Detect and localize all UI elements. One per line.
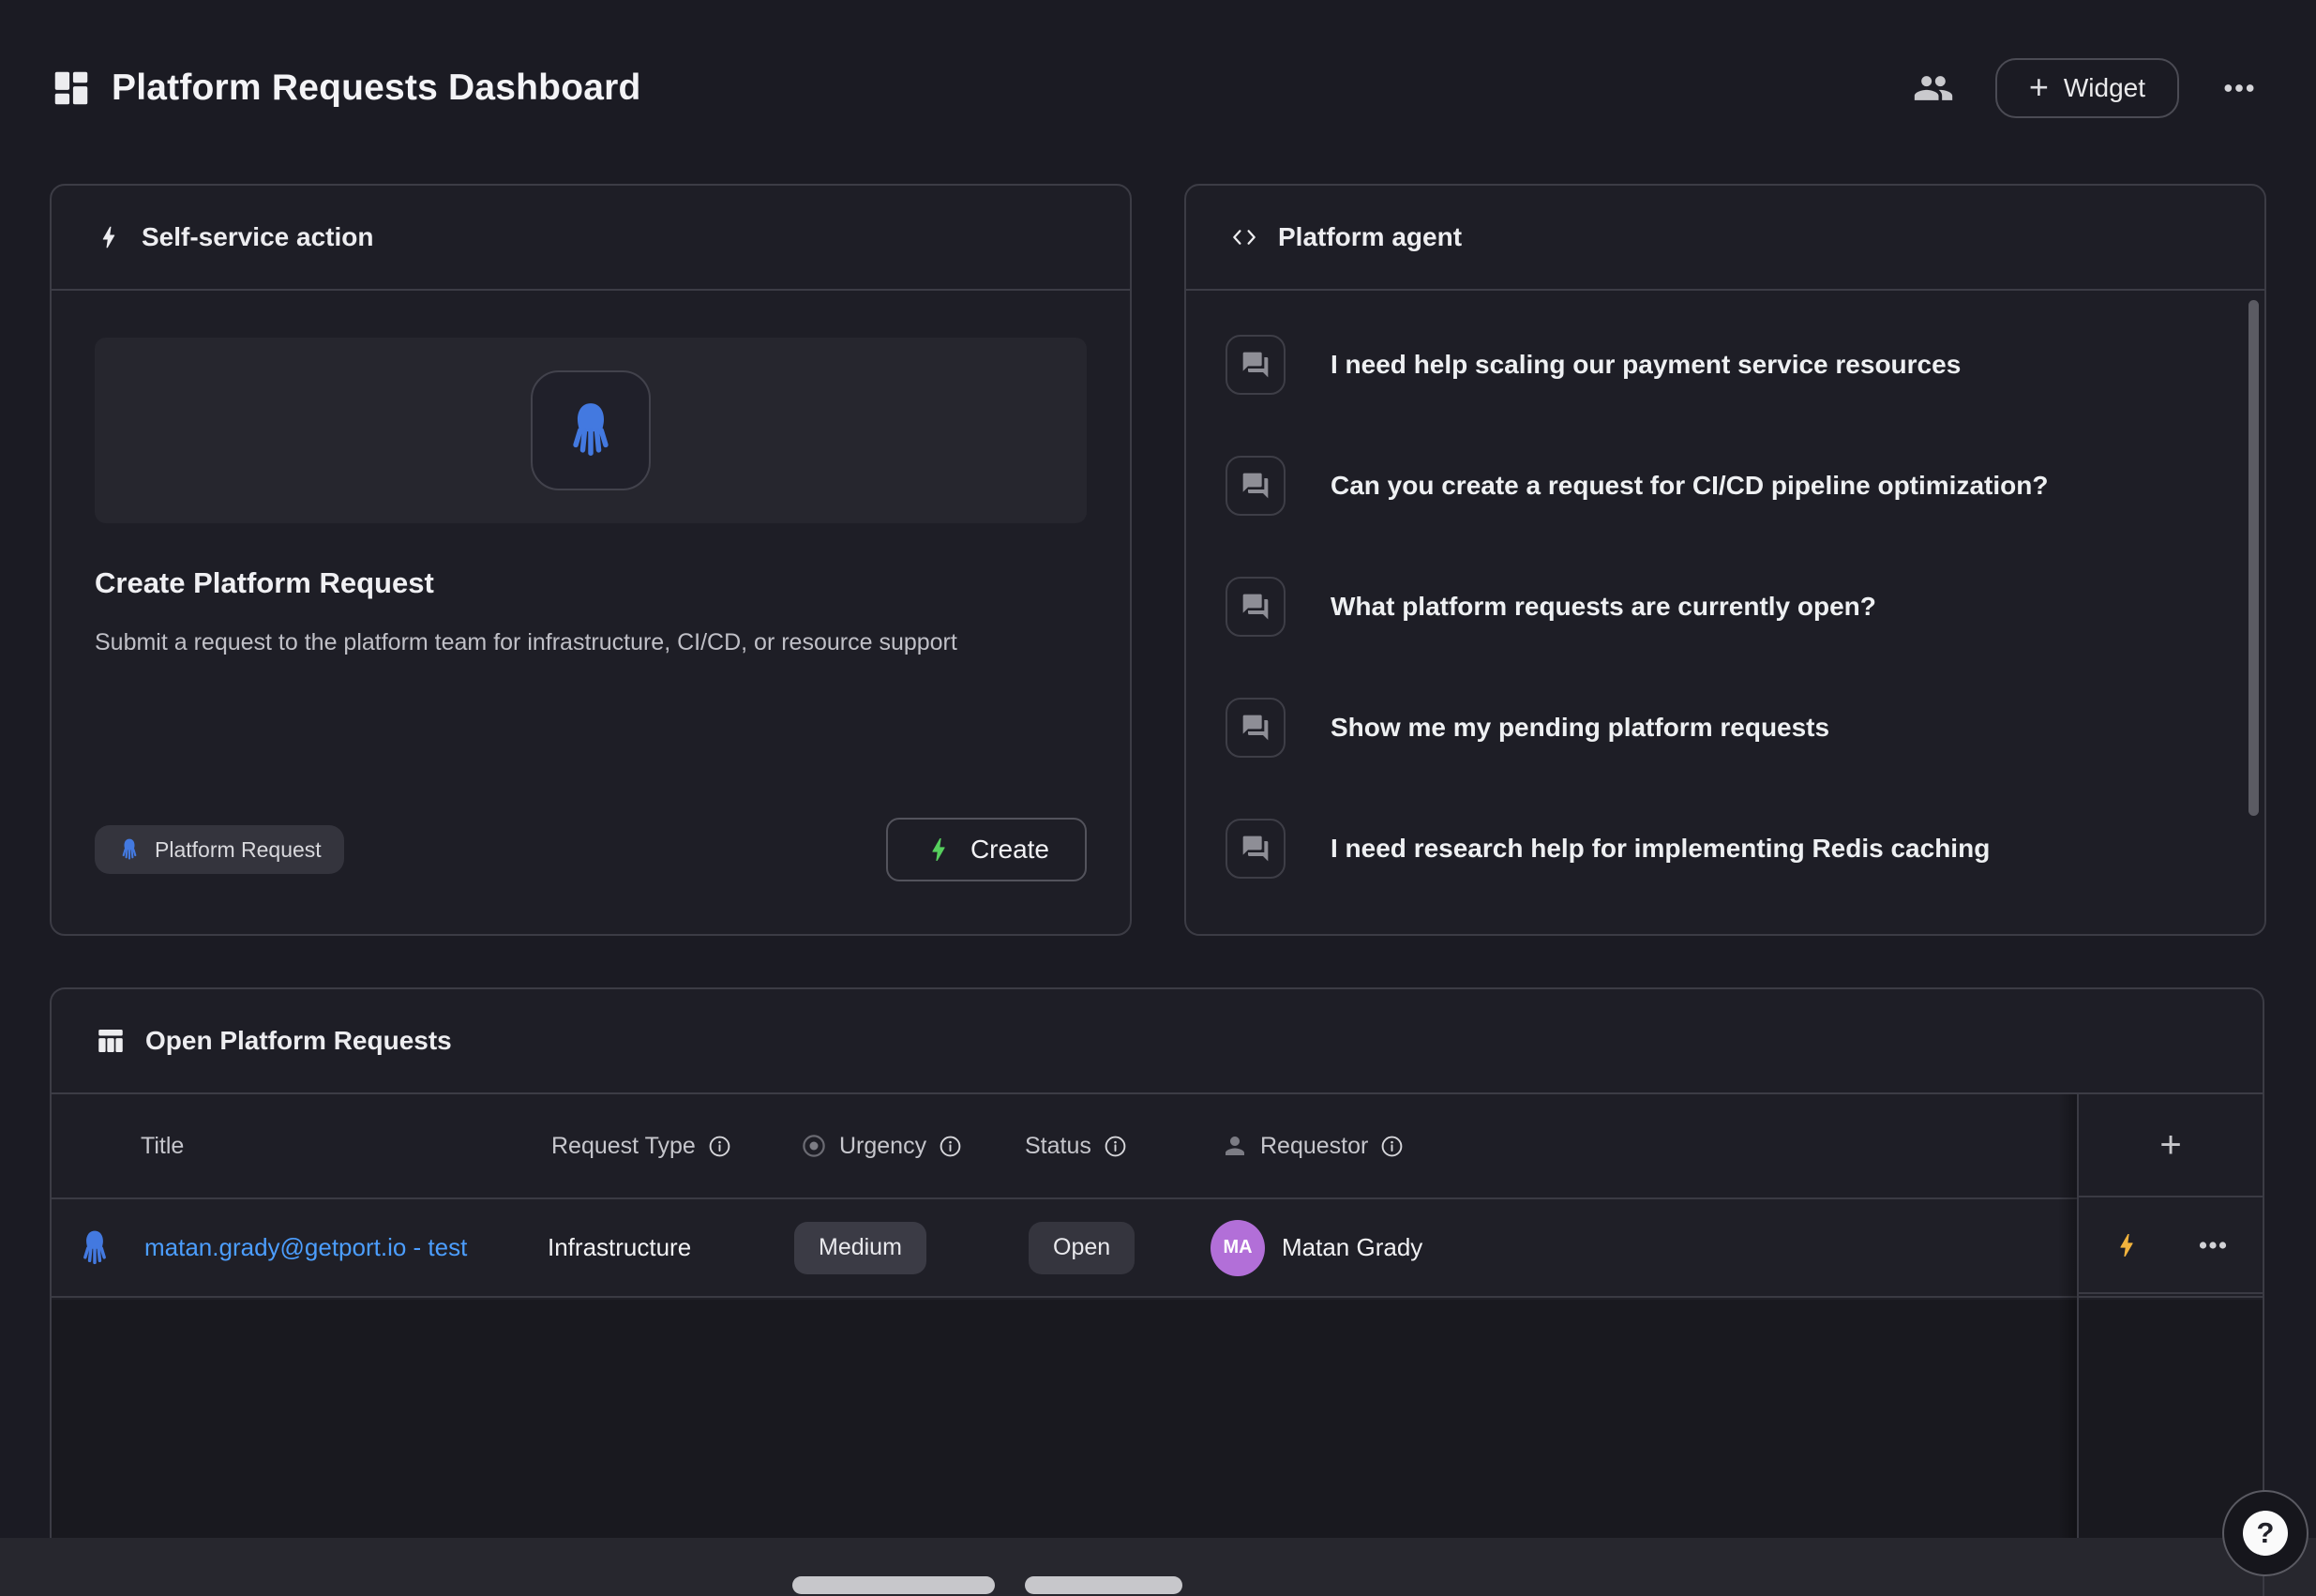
question-mark-icon: ? xyxy=(2243,1511,2288,1556)
add-widget-label: Widget xyxy=(2064,73,2145,103)
octopus-entity-icon xyxy=(75,1199,114,1296)
agent-suggestion-text: I need help scaling our payment service … xyxy=(1331,350,1961,380)
agent-suggestion-text: Can you create a request for CI/CD pipel… xyxy=(1331,471,2048,501)
requestor-avatar: MA xyxy=(1211,1220,1265,1276)
table-icon xyxy=(95,1025,127,1057)
plus-icon: + xyxy=(2029,70,2049,104)
add-widget-button[interactable]: + Widget xyxy=(1995,58,2179,118)
column-label: Title xyxy=(141,1133,184,1160)
status-badge: Open xyxy=(1029,1222,1135,1274)
self-service-action-widget: Self-service action Create Platform Requ… xyxy=(50,184,1132,936)
platform-request-chip-label: Platform Request xyxy=(155,837,322,863)
agent-card-title: Platform agent xyxy=(1278,222,1462,252)
row-actions-cell xyxy=(2079,1197,2263,1294)
column-header-requestor[interactable]: Requestor xyxy=(1221,1094,1405,1197)
horizontal-scrollbar-thumb[interactable] xyxy=(792,1576,995,1594)
info-icon[interactable] xyxy=(1103,1134,1128,1159)
dashboard-icon xyxy=(50,67,93,110)
table-card-header: Open Platform Requests xyxy=(52,989,2263,1094)
table-empty-area xyxy=(52,1300,2263,1538)
help-button[interactable]: ? xyxy=(2222,1490,2308,1576)
agent-suggestion-text: Show me my pending platform requests xyxy=(1331,713,1829,743)
agent-suggestion-item[interactable]: Show me my pending platform requests xyxy=(1186,667,2264,788)
create-button[interactable]: Create xyxy=(886,818,1087,881)
table-card-title: Open Platform Requests xyxy=(145,1026,452,1056)
platform-request-chip[interactable]: Platform Request xyxy=(95,825,344,874)
action-description: Submit a request to the platform team fo… xyxy=(95,625,1042,661)
agent-suggestion-item[interactable]: What platform requests are currently ope… xyxy=(1186,546,2264,667)
chat-icon xyxy=(1226,577,1286,637)
add-column-button[interactable]: + xyxy=(2079,1094,2263,1197)
chat-icon xyxy=(1226,819,1286,879)
info-icon[interactable] xyxy=(938,1134,963,1159)
column-header-request-type[interactable]: Request Type xyxy=(551,1094,732,1197)
chat-icon xyxy=(1226,335,1286,395)
horizontal-scrollbar-thumb[interactable] xyxy=(1025,1576,1182,1594)
agent-suggestion-item[interactable]: I need help scaling our payment service … xyxy=(1186,304,2264,425)
self-service-card-title: Self-service action xyxy=(142,222,373,252)
action-logo-tile xyxy=(531,370,651,490)
requestor-name: Matan Grady xyxy=(1282,1233,1422,1262)
row-requestor-cell: MA Matan Grady xyxy=(1211,1199,1422,1296)
column-label: Status xyxy=(1025,1133,1091,1160)
action-title: Create Platform Request xyxy=(95,566,1087,600)
column-header-status[interactable]: Status xyxy=(1025,1094,1128,1197)
code-icon xyxy=(1229,222,1259,252)
agent-suggestion-text: What platform requests are currently ope… xyxy=(1331,592,1876,622)
agent-vertical-scrollbar[interactable] xyxy=(2248,300,2259,816)
agent-suggestion-text: I need research help for implementing Re… xyxy=(1331,834,1990,864)
app-header: Platform Requests Dashboard + Widget xyxy=(50,54,2263,122)
agent-suggestion-item[interactable]: Can you create a request for CI/CD pipel… xyxy=(1186,425,2264,546)
chat-icon xyxy=(1226,698,1286,758)
person-icon xyxy=(1221,1132,1249,1160)
row-urgency-cell: Medium xyxy=(794,1199,926,1296)
urgency-badge: Medium xyxy=(794,1222,926,1274)
bolt-green-icon xyxy=(924,835,954,865)
octopus-logo-icon xyxy=(560,399,622,461)
open-platform-requests-widget: Open Platform Requests Title Request Typ… xyxy=(50,987,2264,1538)
page-title: Platform Requests Dashboard xyxy=(112,68,641,109)
chat-icon xyxy=(1226,456,1286,516)
agent-card-header: Platform agent xyxy=(1186,186,2264,291)
row-title-link[interactable]: matan.grady@getport.io - test xyxy=(144,1199,467,1296)
run-action-bolt-icon[interactable] xyxy=(2106,1225,2147,1266)
table-row: matan.grady@getport.io - test Infrastruc… xyxy=(52,1199,2263,1298)
plus-icon: + xyxy=(2159,1124,2181,1167)
column-label: Requestor xyxy=(1260,1133,1368,1160)
row-request-type: Infrastructure xyxy=(548,1199,691,1296)
agent-suggestion-list: I need help scaling our payment service … xyxy=(1186,291,2264,909)
column-header-title[interactable]: Title xyxy=(141,1094,184,1197)
create-button-label: Create xyxy=(970,835,1049,865)
table-column-header-row: Title Request Type Urgency Status xyxy=(52,1094,2263,1199)
info-icon[interactable] xyxy=(1379,1134,1405,1159)
column-label: Request Type xyxy=(551,1133,696,1160)
more-options-icon[interactable] xyxy=(2215,64,2263,113)
bolt-icon xyxy=(95,223,123,251)
row-status-cell: Open xyxy=(1029,1199,1135,1296)
platform-agent-widget: Platform agent I need help scaling our p… xyxy=(1184,184,2266,936)
pinned-actions-column: + xyxy=(2077,1094,2263,1538)
column-label: Urgency xyxy=(839,1133,926,1160)
row-more-options-icon[interactable] xyxy=(2190,1223,2235,1268)
radio-icon xyxy=(800,1132,828,1160)
people-icon[interactable] xyxy=(1907,62,1960,114)
action-image-panel xyxy=(95,338,1087,523)
self-service-card-header: Self-service action xyxy=(52,186,1130,291)
info-icon[interactable] xyxy=(707,1134,732,1159)
column-header-urgency[interactable]: Urgency xyxy=(800,1094,963,1197)
horizontal-scrollbar-track xyxy=(0,1538,2316,1596)
agent-suggestion-item[interactable]: I need research help for implementing Re… xyxy=(1186,788,2264,909)
octopus-chip-icon xyxy=(117,837,142,862)
